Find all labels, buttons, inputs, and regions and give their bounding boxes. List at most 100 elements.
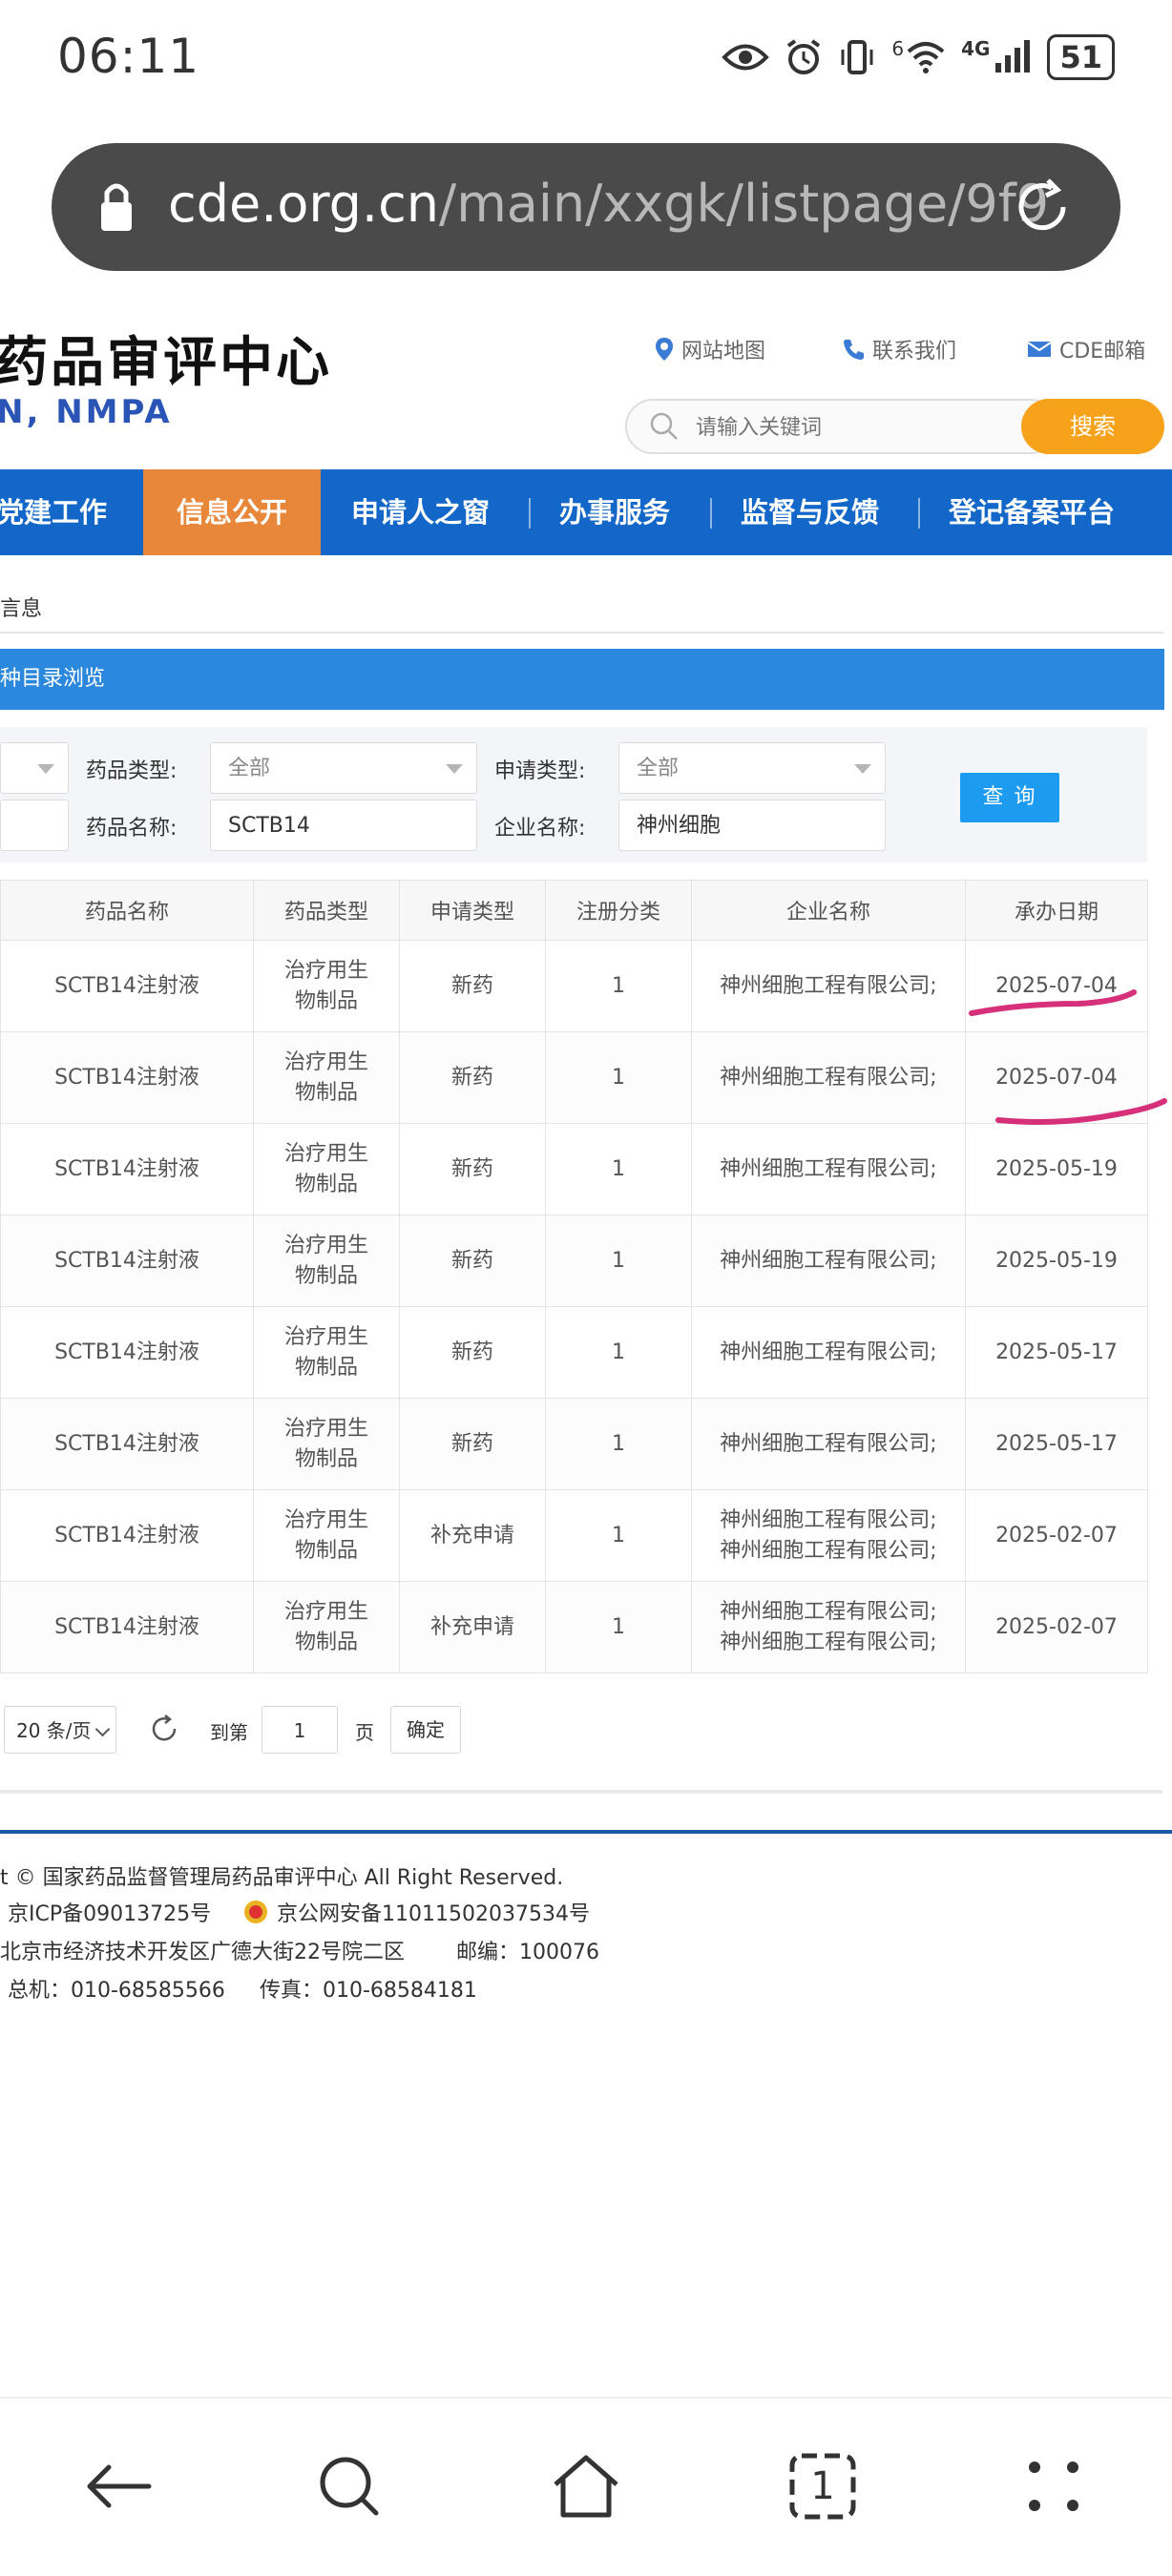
nav-item-info-public[interactable]: 信息公开: [143, 469, 321, 555]
company-label: 企业名称:: [494, 817, 586, 841]
url-text[interactable]: cde.org.cn/main/xxgk/listpage/9f9: [168, 174, 1049, 234]
nav-item-party[interactable]: 党建工作: [0, 469, 107, 555]
header-date[interactable]: 承办日期: [965, 880, 1148, 941]
filter-input-cut[interactable]: [0, 800, 69, 851]
header-apply-type[interactable]: 申请类型: [399, 880, 546, 941]
cell-drug-type: 治疗用生 物制品: [253, 1031, 400, 1124]
page-size-select[interactable]: 20 条/页: [4, 1706, 116, 1754]
search-icon[interactable]: [311, 2448, 387, 2524]
company-input[interactable]: 神州细胞: [618, 800, 886, 851]
cell-drug-name-text: SCTB14注射液: [54, 1065, 199, 1090]
cell-apply-type-text: 新药: [450, 1431, 493, 1456]
mail-label: CDE邮箱: [1059, 340, 1146, 364]
nav-item-registration[interactable]: 登记备案平台: [949, 469, 1115, 555]
cell-drug-type-text: 治疗用生: [283, 1599, 368, 1624]
cell-company-text: 神州细胞工程有限公司;: [720, 1599, 937, 1624]
chevron-down-icon: [37, 764, 54, 774]
cell-drug-type: 治疗用生 物制品: [253, 1489, 400, 1582]
apply-type-select[interactable]: 全部: [618, 742, 886, 794]
cell-company-text: 神州细胞工程有限公司;: [720, 973, 937, 998]
url-path: /main/xxgk/listpage/9f9: [439, 174, 1050, 234]
table-row[interactable]: SCTB14注射液 治疗用生 物制品 新药 1 神州细胞工程有限公司; 2025-05-19: [0, 1123, 1148, 1215]
cell-drug-name: SCTB14注射液: [0, 1398, 254, 1490]
home-icon[interactable]: [548, 2448, 624, 2524]
header-drug-name[interactable]: 药品名称: [0, 880, 254, 941]
page-input[interactable]: 1: [262, 1706, 338, 1754]
refresh-icon[interactable]: [149, 1714, 179, 1744]
cell-company: 神州细胞工程有限公司;: [691, 1123, 966, 1215]
table-row[interactable]: SCTB14注射液 治疗用生 物制品 补充申请 1 神州细胞工程有限公司; 神州细胞工程有限…: [0, 1581, 1148, 1673]
cell-drug-type-text: 治疗用生: [283, 1141, 368, 1166]
mail-link[interactable]: CDE邮箱: [1027, 334, 1145, 364]
cell-date: 2025-05-17: [965, 1398, 1148, 1490]
header-company[interactable]: 企业名称: [691, 880, 966, 941]
cell-drug-type-text: 物制品: [294, 1355, 358, 1380]
search-box[interactable]: [625, 399, 1058, 454]
header-reg-class[interactable]: 注册分类: [545, 880, 692, 941]
divider: [0, 1790, 1162, 1794]
reload-icon[interactable]: [1010, 175, 1075, 239]
cell-date-text: 2025-05-19: [995, 1156, 1118, 1181]
footer-icp[interactable]: 京ICP备09013725号: [8, 1897, 211, 1927]
nav-item-applicant[interactable]: 申请人之窗: [351, 469, 490, 555]
signal-icon: [995, 40, 1031, 73]
cell-date-text: 2025-02-07: [995, 1614, 1118, 1639]
cell-date: 2025-05-19: [965, 1215, 1148, 1307]
wifi-icon: [907, 42, 945, 73]
cell-reg-class-text: 1: [612, 1248, 625, 1273]
table-header-row: 药品名称 药品类型 申请类型 注册分类 企业名称 承办日期: [0, 880, 1148, 941]
url-bar[interactable]: cde.org.cn/main/xxgk/listpage/9f9: [52, 143, 1120, 271]
drug-name-input[interactable]: SCTB14: [210, 800, 477, 851]
chevron-down-icon: [94, 1721, 111, 1737]
footer-police[interactable]: 京公网安备11011502037534号: [277, 1897, 590, 1927]
nav-item-feedback[interactable]: 监督与反馈: [741, 469, 879, 555]
cell-drug-type-text: 物制品: [294, 1172, 358, 1196]
table-row[interactable]: SCTB14注射液 治疗用生 物制品 新药 1 神州细胞工程有限公司; 2025-05-17: [0, 1306, 1148, 1399]
cell-company: 神州细胞工程有限公司; 神州细胞工程有限公司;: [691, 1581, 966, 1673]
cell-drug-type-text: 物制品: [294, 1538, 358, 1563]
cell-drug-type: 治疗用生 物制品: [253, 1398, 400, 1490]
filter-select-cut[interactable]: [0, 742, 69, 794]
sitemap-label: 网站地图: [681, 340, 766, 364]
cell-drug-name: SCTB14注射液: [0, 1123, 254, 1215]
vibrate-icon: [841, 40, 873, 74]
chevron-down-icon: [446, 764, 463, 774]
cell-reg-class-text: 1: [612, 1065, 625, 1090]
contact-link[interactable]: 联系我们: [842, 334, 956, 364]
header-drug-type[interactable]: 药品类型: [253, 880, 400, 941]
nav-item-services[interactable]: 办事服务: [559, 469, 670, 555]
drug-type-select[interactable]: 全部: [210, 742, 477, 794]
cell-reg-class-text: 1: [612, 1523, 625, 1548]
cell-drug-type: 治疗用生 物制品: [253, 1215, 400, 1307]
mail-icon: [1027, 342, 1052, 357]
cell-company-text: 神州细胞工程有限公司;: [720, 1248, 937, 1273]
more-icon[interactable]: [1015, 2448, 1092, 2524]
table-row[interactable]: SCTB14注射液 治疗用生 物制品 新药 1 神州细胞工程有限公司; 2025-05-19: [0, 1215, 1148, 1307]
table-row[interactable]: SCTB14注射液 治疗用生 物制品 补充申请 1 神州细胞工程有限公司; 神州细胞工程有限…: [0, 1489, 1148, 1582]
cell-drug-type-text: 治疗用生: [283, 1324, 368, 1349]
page-suffix: 页: [355, 1721, 374, 1744]
search-button[interactable]: 搜索: [1021, 399, 1164, 454]
cell-reg-class: 1: [545, 1306, 692, 1399]
cell-company-text: 神州细胞工程有限公司;: [720, 1630, 937, 1654]
query-button[interactable]: 查 询: [960, 773, 1059, 822]
cell-company-text: 神州细胞工程有限公司;: [720, 1538, 937, 1563]
tabs-button[interactable]: 1: [785, 2448, 861, 2524]
status-time: 06:11: [57, 29, 200, 84]
main-nav: 党建工作 信息公开 申请人之窗 办事服务 监督与反馈 登记备案平台: [0, 469, 1172, 555]
back-arrow-icon[interactable]: [80, 2448, 157, 2524]
table-row[interactable]: SCTB14注射液 治疗用生 物制品 新药 1 神州细胞工程有限公司; 2025-07-04: [0, 1031, 1148, 1124]
apply-type-label: 申请类型:: [494, 759, 586, 783]
table-row[interactable]: SCTB14注射液 治疗用生 物制品 新药 1 神州细胞工程有限公司; 2025-05-17: [0, 1398, 1148, 1490]
tab-count: 1: [810, 2464, 835, 2508]
cell-drug-type: 治疗用生 物制品: [253, 1581, 400, 1673]
sitemap-link[interactable]: 网站地图: [655, 334, 765, 364]
confirm-button[interactable]: 确定: [390, 1706, 461, 1754]
cell-apply-type: 补充申请: [399, 1489, 546, 1582]
contact-label: 联系我们: [872, 340, 957, 364]
search-input[interactable]: [694, 401, 1041, 454]
cell-drug-name: SCTB14注射液: [0, 1581, 254, 1673]
cell-drug-name-text: SCTB14注射液: [54, 1156, 199, 1181]
cell-company: 神州细胞工程有限公司; 神州细胞工程有限公司;: [691, 1489, 966, 1582]
cell-date-text: 2025-05-19: [995, 1248, 1118, 1273]
